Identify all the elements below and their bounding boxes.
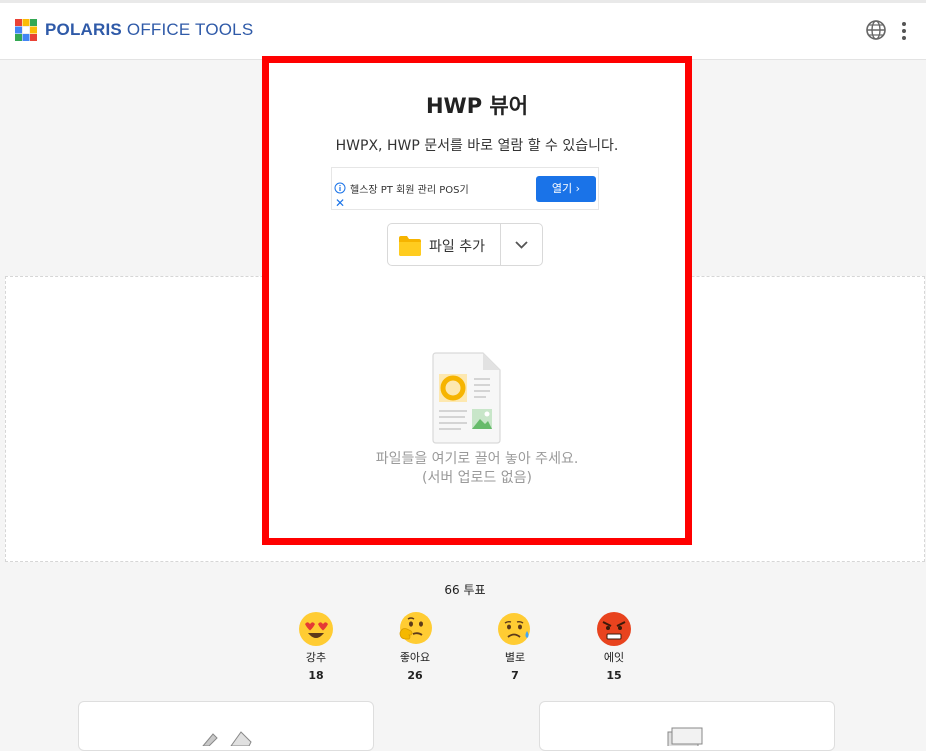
- drop-instruction-note: (서버 업로드 없음): [422, 470, 532, 486]
- angry-emoji-icon: [597, 612, 631, 646]
- chevron-down-icon: [515, 241, 528, 249]
- drop-instructions: 파일들을 여기로 끌어 놓아 주세요. (서버 업로드 없음): [268, 450, 686, 488]
- add-file-button-group: 파일 추가: [387, 223, 543, 266]
- ad-open-button[interactable]: 열기 ›: [536, 176, 596, 202]
- app-header: POLARIS OFFICE TOOLS: [0, 3, 926, 60]
- sad-tear-emoji-icon: [498, 613, 530, 645]
- thinking-emoji-icon: [399, 612, 432, 644]
- brand-name-bold: POLARIS: [45, 20, 122, 39]
- page-subtitle: HWPX, HWP 문서를 바로 열람 할 수 있습니다.: [335, 138, 619, 154]
- ad-text[interactable]: 헬스장 PT 회원 관리 POS기: [350, 181, 469, 196]
- drop-instruction-line: 파일들을 여기로 끌어 놓아 주세요.: [375, 451, 579, 467]
- more-menu-icon[interactable]: [897, 20, 911, 42]
- document-placeholder-icon: [432, 352, 501, 444]
- polaris-logo-icon[interactable]: [15, 19, 37, 41]
- reaction-count: 7: [511, 669, 519, 682]
- brand-name[interactable]: POLARIS OFFICE TOOLS: [45, 19, 253, 41]
- related-tool-card[interactable]: [539, 701, 835, 751]
- reaction-angry[interactable]: 에잇 15: [584, 611, 644, 682]
- related-tool-card[interactable]: [78, 701, 374, 751]
- reaction-label: 별로: [504, 651, 526, 664]
- reaction-count: 15: [606, 669, 622, 682]
- add-file-options-button[interactable]: [501, 224, 542, 265]
- reaction-count: 26: [407, 669, 423, 682]
- tool-card-icon: [202, 731, 252, 746]
- document-stack-icon: [667, 727, 703, 746]
- ad-info-icon[interactable]: [334, 182, 346, 194]
- ad-banner[interactable]: ✕ 헬스장 PT 회원 관리 POS기 열기 ›: [331, 167, 599, 210]
- reaction-label: 에잇: [603, 651, 625, 664]
- reaction-like[interactable]: 좋아요 26: [385, 611, 445, 682]
- reaction-label: 강추: [305, 651, 327, 664]
- reaction-meh[interactable]: 별로 7: [485, 611, 545, 682]
- reaction-love[interactable]: 강추 18: [286, 611, 346, 682]
- add-file-label: 파일 추가: [429, 239, 485, 255]
- vote-total: 66 투표: [444, 583, 486, 597]
- add-file-button[interactable]: 파일 추가: [388, 224, 500, 265]
- reaction-label: 좋아요: [399, 651, 431, 664]
- heart-eyes-emoji-icon: [299, 612, 333, 646]
- language-globe-icon[interactable]: [865, 19, 887, 41]
- ad-close-icon[interactable]: ✕: [335, 197, 345, 209]
- folder-icon: [399, 236, 421, 256]
- brand-name-rest: OFFICE TOOLS: [121, 20, 254, 39]
- reaction-count: 18: [308, 669, 324, 682]
- page-title: HWP 뷰어: [425, 94, 529, 118]
